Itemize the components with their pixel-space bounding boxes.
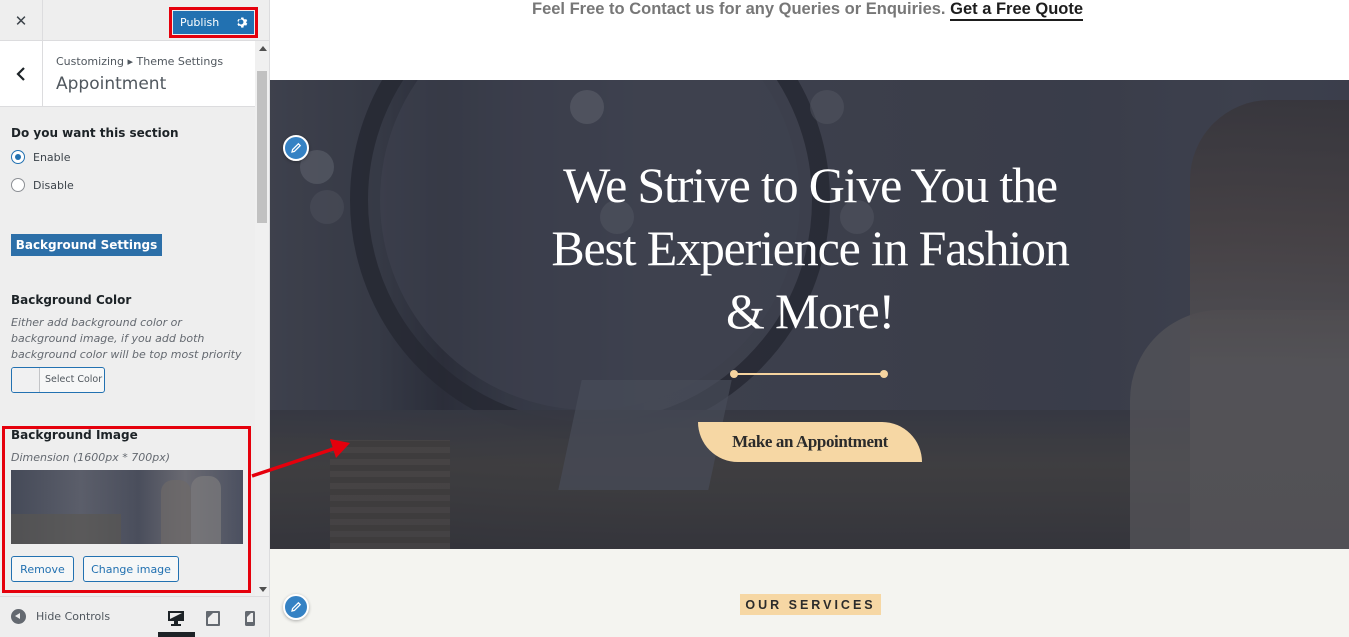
background-color-label: Background Color xyxy=(11,293,132,307)
free-quote-link[interactable]: Get a Free Quote xyxy=(950,0,1084,21)
background-image-label: Background Image xyxy=(11,428,138,442)
section-toggle-label: Do you want this section xyxy=(11,126,179,140)
preview-mobile-button[interactable] xyxy=(239,607,261,629)
background-image-dimension: Dimension (1600px * 700px) xyxy=(11,451,171,464)
site-preview: Feel Free to Contact us for any Queries … xyxy=(270,0,1349,637)
disable-label: Disable xyxy=(33,178,74,192)
sidebar-scrollbar[interactable] xyxy=(255,41,269,596)
background-settings-button[interactable]: Background Settings xyxy=(11,234,162,256)
contact-text-wrapper: Feel Free to Contact us for any Queries … xyxy=(532,0,1084,21)
gear-icon[interactable] xyxy=(234,15,248,29)
disable-radio[interactable]: Disable xyxy=(11,178,74,192)
customizer-sidebar: ✕ Publish Customizing ▸ Theme Settings A… xyxy=(0,0,270,637)
publish-label: Publish xyxy=(180,16,220,29)
select-color-button[interactable]: Select Color xyxy=(11,367,105,393)
enable-label: Enable xyxy=(33,150,71,164)
hero-heading-line: & More! xyxy=(726,283,895,339)
hero-heading-line: We Strive to Give You the xyxy=(563,157,1058,213)
section-header: Customizing ▸ Theme Settings Appointment xyxy=(0,41,255,107)
hero-heading: We Strive to Give You the Best Experienc… xyxy=(470,154,1150,343)
services-section: OUR SERVICES xyxy=(270,549,1349,637)
preview-tablet-button[interactable] xyxy=(202,607,224,629)
active-device-indicator xyxy=(158,632,195,637)
collapse-arrow-icon xyxy=(11,609,26,624)
pencil-icon xyxy=(291,142,302,153)
scroll-up-arrow-icon[interactable] xyxy=(259,46,267,51)
close-icon: ✕ xyxy=(14,11,28,30)
desktop-icon xyxy=(168,610,184,626)
contact-text: Feel Free to Contact us for any Queries … xyxy=(532,0,946,18)
back-button[interactable] xyxy=(0,41,43,107)
hide-controls-button[interactable]: Hide Controls xyxy=(11,609,110,624)
preview-desktop-button[interactable] xyxy=(165,607,187,629)
services-badge: OUR SERVICES xyxy=(740,594,881,615)
hero-divider xyxy=(730,370,888,378)
customizer-footer: Hide Controls xyxy=(0,596,269,637)
close-customizer-button[interactable]: ✕ xyxy=(0,0,43,41)
scrollbar-thumb[interactable] xyxy=(257,71,267,223)
panel-title: Appointment xyxy=(56,74,167,94)
contact-bar: Feel Free to Contact us for any Queries … xyxy=(270,0,1349,80)
background-image-thumbnail[interactable] xyxy=(11,470,243,544)
scroll-down-arrow-icon[interactable] xyxy=(259,587,267,592)
remove-image-button[interactable]: Remove xyxy=(11,556,74,582)
mobile-icon xyxy=(245,610,255,626)
edit-hero-shortcut[interactable] xyxy=(283,135,309,161)
change-image-button[interactable]: Change image xyxy=(83,556,179,582)
appointment-hero-section: We Strive to Give You the Best Experienc… xyxy=(270,80,1349,549)
pencil-icon xyxy=(291,601,302,612)
hide-controls-label: Hide Controls xyxy=(36,610,111,623)
tablet-icon xyxy=(206,610,220,626)
hero-heading-line: Best Experience in Fashion xyxy=(551,220,1069,276)
color-swatch xyxy=(12,368,40,392)
make-appointment-button[interactable]: Make an Appointment xyxy=(698,422,922,462)
edit-services-shortcut[interactable] xyxy=(283,594,309,620)
breadcrumb: Customizing ▸ Theme Settings xyxy=(56,55,224,68)
radio-checked[interactable] xyxy=(11,150,25,164)
publish-button[interactable]: Publish xyxy=(173,11,254,34)
select-color-label: Select Color xyxy=(45,374,103,385)
enable-radio[interactable]: Enable xyxy=(11,150,70,164)
customizer-header: ✕ Publish xyxy=(0,0,269,41)
background-color-description: Either add background color or backgroun… xyxy=(11,316,242,361)
chevron-left-icon xyxy=(16,67,25,81)
radio-unchecked[interactable] xyxy=(11,178,25,192)
